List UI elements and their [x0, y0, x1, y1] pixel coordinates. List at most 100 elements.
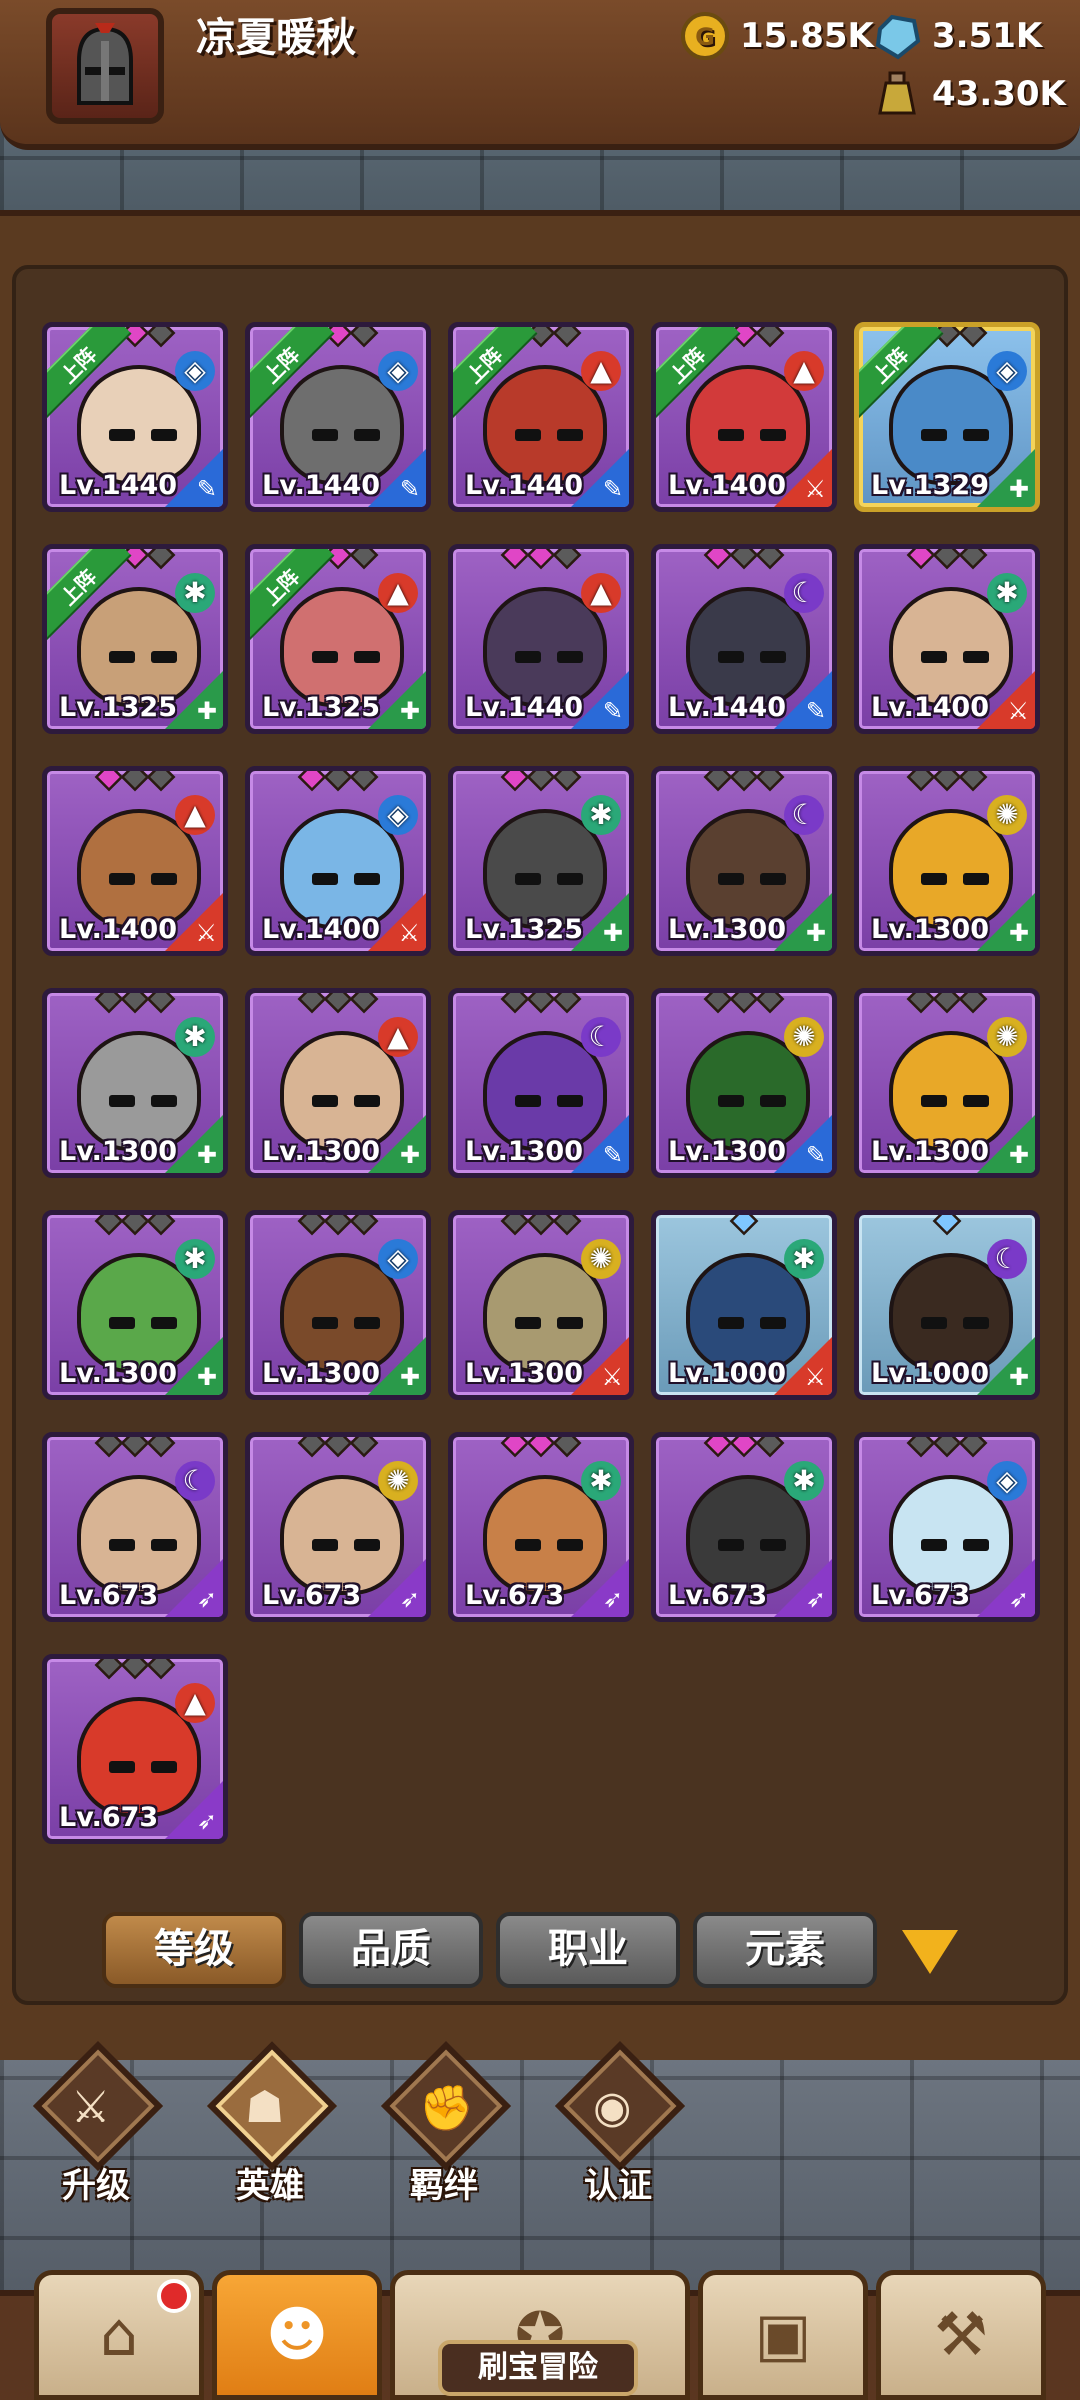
hero-eye	[312, 1095, 338, 1107]
hero-star-rating	[729, 1215, 759, 1236]
hero-card[interactable]: ▲ ✚ Lv.1300	[245, 988, 431, 1178]
nav-forge-button[interactable]: ⚒	[876, 2270, 1046, 2400]
hero-star-rating	[906, 771, 988, 792]
hero-card[interactable]: ▲ ✎ Lv.1440 上阵	[448, 322, 634, 512]
star-icon	[526, 1215, 556, 1236]
star-icon	[526, 993, 556, 1014]
hero-card[interactable]: ✺ ➶ Lv.673	[245, 1432, 431, 1622]
nav-inventory-button[interactable]: ▣	[698, 2270, 868, 2400]
sort-tab-element[interactable]: 元素	[693, 1912, 877, 1988]
feature-certify-button[interactable]: ◉ 认证	[548, 2040, 688, 2210]
star-icon	[703, 1437, 733, 1458]
gem-resource[interactable]: 3.51K	[872, 8, 1042, 64]
player-avatar[interactable]	[46, 8, 164, 124]
hero-card[interactable]: ☾ ✎ Lv.1300	[448, 988, 634, 1178]
hero-card[interactable]: ✱ ✚ Lv.1325	[448, 766, 634, 956]
hero-card[interactable]: ✱ ⚔ Lv.1400	[854, 544, 1040, 734]
star-icon	[958, 1437, 988, 1458]
hero-card[interactable]: ▲ ⚔ Lv.1400 上阵	[651, 322, 837, 512]
hero-eye	[963, 1095, 989, 1107]
hero-card[interactable]: ✺ ✎ Lv.1300	[651, 988, 837, 1178]
hero-star-rating	[703, 549, 785, 570]
fire-element-icon: ▲	[784, 351, 824, 391]
shop-stall-icon: ⌂	[99, 2300, 139, 2370]
hero-card[interactable]: ☾ ✚ Lv.1000	[854, 1210, 1040, 1400]
hero-card[interactable]: ✱ ✚ Lv.1300	[42, 988, 228, 1178]
hero-level: Lv.1000	[871, 1358, 990, 1389]
hero-level: Lv.1300	[465, 1136, 584, 1167]
star-icon	[323, 771, 353, 792]
hero-star-rating	[297, 1215, 379, 1236]
hero-level: Lv.1329	[871, 470, 990, 501]
star-icon	[932, 993, 962, 1014]
hero-card[interactable]: ▲ ✚ Lv.1325 上阵	[245, 544, 431, 734]
hero-level: Lv.1300	[59, 1358, 178, 1389]
star-icon	[906, 1437, 936, 1458]
hero-eye	[109, 1317, 135, 1329]
hero-card[interactable]: ✱ ➶ Lv.673	[651, 1432, 837, 1622]
hero-level: Lv.1000	[668, 1358, 787, 1389]
hero-eye	[515, 1317, 541, 1329]
fire-element-icon: ▲	[175, 1683, 215, 1723]
dark-element-icon: ☾	[987, 1239, 1027, 1279]
hero-card[interactable]: ☾ ✎ Lv.1440	[651, 544, 837, 734]
hero-eye	[109, 1539, 135, 1551]
hero-eye	[151, 1761, 177, 1773]
feature-upgrade-button[interactable]: ⚔ 升级	[26, 2040, 166, 2210]
star-icon	[323, 993, 353, 1014]
gold-amount: 15.85K	[740, 16, 874, 56]
hero-card[interactable]: ◈ ✚ Lv.1329 上阵	[854, 322, 1040, 512]
top-header: 凉夏暖秋 G 15.85K 3.51K 43.30K	[0, 0, 1080, 150]
fire-element-icon: ▲	[581, 573, 621, 613]
hero-eye	[312, 651, 338, 663]
hero-card[interactable]: ◈ ⚔ Lv.1400	[245, 766, 431, 956]
hero-card[interactable]: ◈ ➶ Lv.673	[854, 1432, 1040, 1622]
nav-shop-button[interactable]: ⌂	[34, 2270, 204, 2400]
star-icon	[932, 771, 962, 792]
feature-bond-button[interactable]: ✊ 羁绊	[374, 2040, 514, 2210]
hero-card[interactable]: ✱ ✚ Lv.1300	[42, 1210, 228, 1400]
star-icon	[755, 1437, 785, 1458]
hero-card[interactable]: ✺ ✚ Lv.1300	[854, 766, 1040, 956]
hero-card[interactable]: ◈ ✚ Lv.1300	[245, 1210, 431, 1400]
hero-eye	[312, 1317, 338, 1329]
sort-tab-job[interactable]: 职业	[496, 1912, 680, 1988]
potion-resource[interactable]: 43.30K	[872, 66, 1066, 122]
hero-card[interactable]: ✱ ✚ Lv.1325 上阵	[42, 544, 228, 734]
star-icon	[703, 993, 733, 1014]
hero-card[interactable]: ✺ ⚔ Lv.1300	[448, 1210, 634, 1400]
sort-tab-level[interactable]: 等级	[102, 1912, 286, 1988]
feature-heroes-button[interactable]: ☗ 英雄	[200, 2040, 340, 2210]
hero-eye	[354, 1539, 380, 1551]
hero-card[interactable]: ✱ ⚔ Lv.1000	[651, 1210, 837, 1400]
hero-eye	[151, 1539, 177, 1551]
hero-card[interactable]: ▲ ⚔ Lv.1400	[42, 766, 228, 956]
hero-star-rating	[297, 993, 379, 1014]
star-icon	[500, 1437, 530, 1458]
star-icon	[552, 993, 582, 1014]
hero-card[interactable]: ▲ ➶ Lv.673	[42, 1654, 228, 1844]
hero-card[interactable]: ◈ ✎ Lv.1440 上阵	[42, 322, 228, 512]
sort-tab-quality[interactable]: 品质	[299, 1912, 483, 1988]
star-icon	[526, 549, 556, 570]
hero-card[interactable]: ◈ ✎ Lv.1440 上阵	[245, 322, 431, 512]
nav-heroes-button[interactable]: ☻	[212, 2270, 382, 2400]
hero-card[interactable]: ☾ ✚ Lv.1300	[651, 766, 837, 956]
gold-resource[interactable]: G 15.85K	[680, 8, 874, 64]
hero-card[interactable]: ▲ ✎ Lv.1440	[448, 544, 634, 734]
star-icon	[932, 1437, 962, 1458]
star-icon	[94, 1437, 124, 1458]
hero-level: Lv.1400	[871, 692, 990, 723]
hero-eye	[963, 1539, 989, 1551]
hero-card[interactable]: ☾ ➶ Lv.673	[42, 1432, 228, 1622]
hero-card[interactable]: ✺ ✚ Lv.1300	[854, 988, 1040, 1178]
star-icon	[552, 327, 582, 348]
hero-level: Lv.1440	[668, 692, 787, 723]
hero-eye	[557, 651, 583, 663]
hero-card[interactable]: ✱ ➶ Lv.673	[448, 1432, 634, 1622]
hero-eye	[760, 1317, 786, 1329]
hero-level: Lv.1325	[262, 692, 381, 723]
star-icon	[146, 327, 176, 348]
star-icon	[500, 771, 530, 792]
star-icon	[755, 993, 785, 1014]
